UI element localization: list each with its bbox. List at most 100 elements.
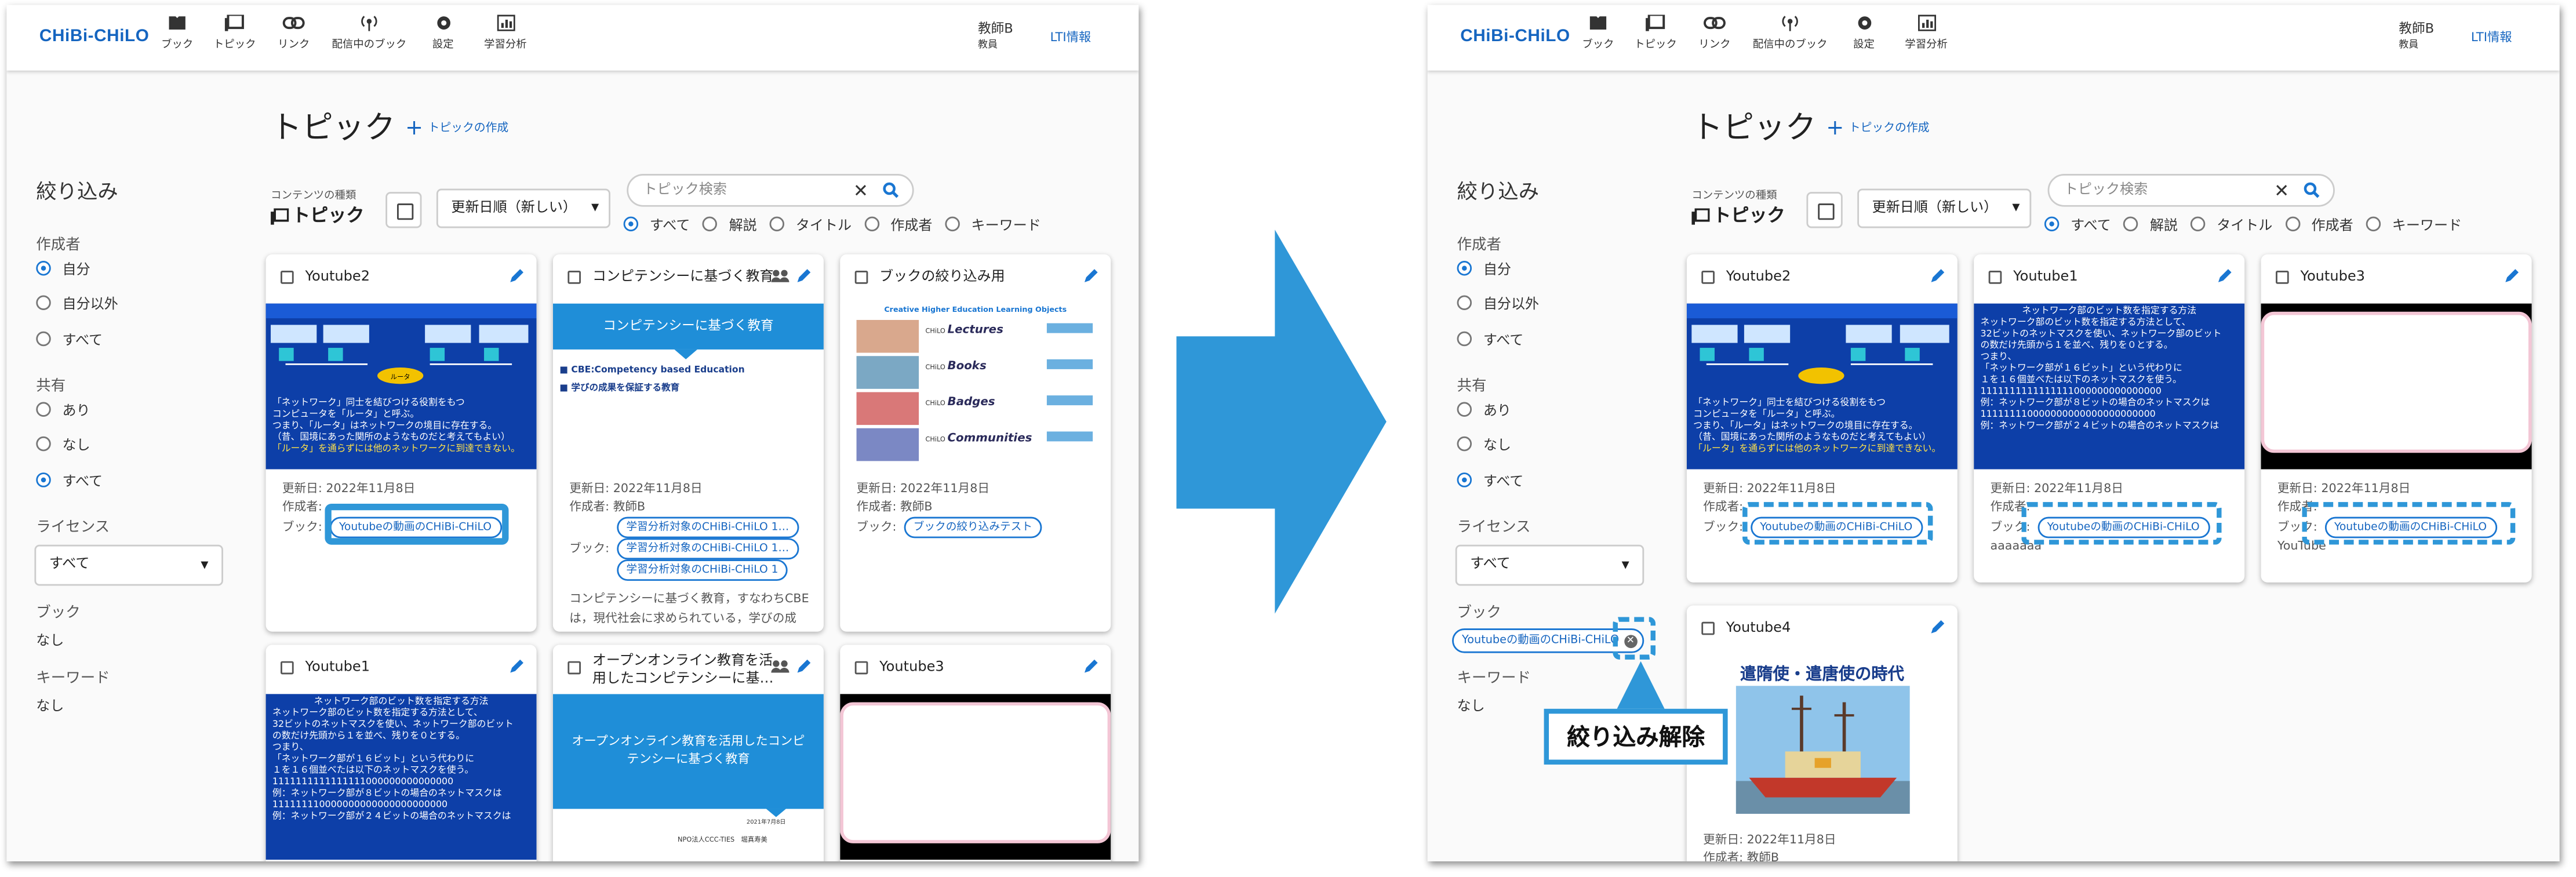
share-option-yes[interactable]: あり — [1457, 402, 1511, 421]
add-topic-link[interactable]: + トピックの作成 — [1826, 117, 1929, 141]
search-option-title[interactable]: タイトル — [2190, 216, 2272, 235]
search-option-keyword[interactable]: キーワード — [2366, 216, 2462, 235]
edit-pencil-icon[interactable] — [2504, 267, 2520, 283]
app-logo[interactable]: CHiBi-CHiLO — [39, 26, 150, 46]
select-all-button[interactable] — [385, 192, 422, 228]
search-option-all[interactable]: すべて — [623, 216, 690, 235]
content-type-value[interactable]: トピック — [1691, 202, 1785, 228]
search-option-author[interactable]: 作成者 — [864, 216, 932, 235]
search-input[interactable]: トピック検索 ✕ — [627, 174, 914, 207]
share-option-all[interactable]: すべて — [1457, 472, 1523, 492]
author-option-others[interactable]: 自分以外 — [36, 295, 118, 315]
card-checkbox[interactable] — [1701, 621, 1715, 635]
author-option-others[interactable]: 自分以外 — [1457, 295, 1539, 315]
book-filter-label: ブック — [1457, 605, 1502, 622]
keyword-filter-label: キーワード — [36, 671, 110, 688]
card-description: コンピテンシーに基づく教育，すなわちCBEは，現代社会に求められている，学びの成… — [569, 591, 809, 625]
nav-broadcast[interactable]: 配信中のブック — [326, 14, 412, 51]
search-option-author[interactable]: 作成者 — [2285, 216, 2353, 235]
nav-broadcast[interactable]: 配信中のブック — [1748, 14, 1833, 51]
share-option-yes[interactable]: あり — [36, 402, 90, 421]
book-filter-value: なし — [36, 633, 64, 650]
sort-select[interactable]: 更新日順（新しい） ▼ — [436, 188, 610, 228]
radio-icon — [1457, 331, 1472, 347]
card-title: Youtube1 — [305, 659, 370, 676]
nav-settings[interactable]: 設定 — [413, 14, 472, 51]
search-option-title[interactable]: タイトル — [769, 216, 852, 235]
search-input[interactable]: トピック検索 ✕ — [2047, 174, 2335, 207]
edit-pencil-icon[interactable] — [1083, 658, 1099, 674]
card-checkbox[interactable] — [854, 271, 868, 284]
topic-card[interactable]: Youtube3 — [840, 645, 1111, 862]
card-checkbox[interactable] — [1988, 271, 2002, 284]
share-option-no[interactable]: なし — [1457, 436, 1511, 456]
author-option-self[interactable]: 自分 — [36, 261, 90, 281]
clear-icon[interactable]: ✕ — [853, 177, 868, 207]
topic-card[interactable]: Youtube2 ルータ 「ネットワーク」同士を結びつける役割をもつ コンピュータ… — [265, 254, 537, 632]
nav-topics[interactable]: トピック — [1626, 14, 1685, 51]
edit-pencil-icon[interactable] — [796, 658, 812, 674]
author-option-all[interactable]: すべて — [1457, 331, 1523, 351]
search-option-explanation[interactable]: 解説 — [703, 216, 757, 235]
topic-card[interactable]: ブックの絞り込み用 Creative Higher Education Lear… — [840, 254, 1111, 632]
book-chip[interactable]: 学習分析対象のCHiBi-CHiLO 1… — [616, 516, 799, 538]
nav-links[interactable]: リンク — [1685, 14, 1744, 51]
share-option-all[interactable]: すべて — [36, 472, 103, 492]
book-chip[interactable]: 学習分析対象のCHiBi-CHiLO 1… — [616, 538, 799, 560]
content-type-value[interactable]: トピック — [271, 202, 364, 228]
caret-down-icon: ▼ — [2012, 202, 2020, 213]
card-checkbox[interactable] — [854, 661, 868, 675]
nav-topics[interactable]: トピック — [205, 14, 264, 51]
add-topic-link[interactable]: + トピックの作成 — [405, 117, 508, 141]
license-select[interactable]: すべて ▼ — [1455, 544, 1644, 586]
book-chip[interactable]: 学習分析対象のCHiBi-CHiLO 1 — [616, 559, 788, 581]
highlight-box — [2302, 502, 2516, 545]
card-title: Youtube1 — [2013, 269, 2078, 286]
lti-link[interactable]: LTI情報 — [2471, 28, 2512, 46]
nav-analytics[interactable]: 学習分析 — [472, 14, 538, 51]
nav-analytics[interactable]: 学習分析 — [1893, 14, 1959, 51]
license-select[interactable]: すべて ▼ — [34, 544, 223, 586]
card-checkbox[interactable] — [567, 661, 581, 675]
author-option-all[interactable]: すべて — [36, 331, 103, 351]
edit-pencil-icon[interactable] — [796, 267, 812, 283]
book-chip[interactable]: ブックの絞り込みテスト — [903, 516, 1042, 538]
content-type-label: コンテンツの種類 — [271, 188, 356, 202]
nav-settings[interactable]: 設定 — [1835, 14, 1894, 51]
search-option-keyword[interactable]: キーワード — [945, 216, 1041, 235]
edit-pencil-icon[interactable] — [508, 658, 525, 674]
search-option-all[interactable]: すべて — [2044, 216, 2111, 235]
clear-icon[interactable]: ✕ — [2274, 177, 2289, 207]
author-option-self[interactable]: 自分 — [1457, 261, 1511, 281]
user-info[interactable]: 教師B 教員 — [2399, 21, 2434, 54]
user-info[interactable]: 教師B 教員 — [978, 21, 1013, 54]
card-checkbox[interactable] — [281, 661, 294, 675]
link-icon — [1703, 17, 1726, 30]
topic-card[interactable]: コンピテンシーに基づく教育 コンピテンシーに基づく教育 ■ CBE:Compet… — [552, 254, 824, 632]
card-checkbox[interactable] — [2276, 271, 2289, 284]
topic-card[interactable]: Youtube1 ネットワーク部のビット数を指定する方法 ネットワーク部のビット数… — [265, 645, 537, 862]
share-option-no[interactable]: なし — [36, 436, 90, 456]
edit-pencil-icon[interactable] — [1930, 618, 1946, 635]
lti-link[interactable]: LTI情報 — [1050, 28, 1091, 46]
edit-pencil-icon[interactable] — [1083, 267, 1099, 283]
nav-books[interactable]: ブック — [1569, 14, 1628, 51]
nav-links[interactable]: リンク — [264, 14, 323, 51]
highlight-box — [2021, 502, 2222, 545]
card-checkbox[interactable] — [1701, 271, 1715, 284]
app-logo[interactable]: CHiBi-CHiLO — [1460, 26, 1570, 46]
select-all-button[interactable] — [1806, 192, 1843, 228]
topic-icon — [1691, 208, 1710, 225]
card-checkbox[interactable] — [281, 271, 294, 284]
edit-pencil-icon[interactable] — [508, 267, 525, 283]
search-icon[interactable] — [2304, 182, 2320, 198]
edit-pencil-icon[interactable] — [2217, 267, 2233, 283]
search-icon[interactable] — [883, 182, 899, 198]
sort-select[interactable]: 更新日順（新しい） ▼ — [1857, 188, 2032, 228]
search-option-explanation[interactable]: 解説 — [2123, 216, 2178, 235]
card-checkbox[interactable] — [567, 271, 581, 284]
topic-card[interactable]: オープンオンライン教育を活用したコンピテンシーに基… オープンオンライン教育を活… — [552, 645, 824, 862]
radio-icon — [1457, 295, 1472, 310]
edit-pencil-icon[interactable] — [1930, 267, 1946, 283]
nav-books[interactable]: ブック — [148, 14, 207, 51]
